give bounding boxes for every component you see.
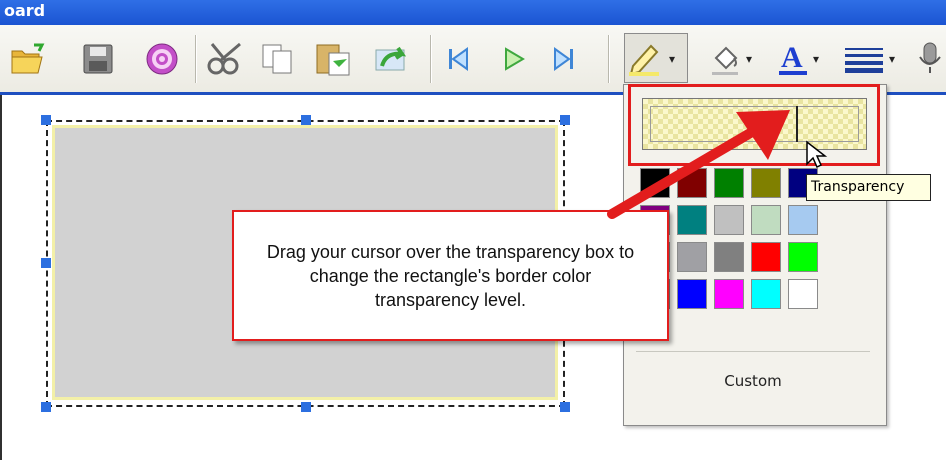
resize-handle-top-left[interactable]	[41, 115, 51, 125]
color-swatch[interactable]	[677, 205, 707, 235]
paste-icon[interactable]	[312, 25, 354, 92]
skip-forward-icon[interactable]	[546, 25, 582, 92]
record-icon[interactable]	[142, 25, 182, 92]
color-swatch[interactable]	[788, 205, 818, 235]
window-title: oard	[4, 1, 46, 20]
cut-scissors-icon[interactable]	[202, 25, 250, 92]
color-swatch[interactable]	[751, 242, 781, 272]
line-color-pencil-icon	[628, 44, 659, 76]
color-swatch[interactable]	[714, 168, 744, 198]
window-title-bar[interactable]: oard	[0, 0, 946, 25]
instruction-callout: Drag your cursor over the transparency b…	[232, 210, 669, 341]
line-style-button[interactable]: ▾	[834, 25, 904, 92]
color-swatch[interactable]	[714, 279, 744, 309]
line-color-button[interactable]: ▾	[620, 25, 692, 92]
transparency-tooltip: Transparency	[806, 174, 931, 201]
color-swatch[interactable]	[677, 279, 707, 309]
transparency-highlight-box	[628, 84, 880, 166]
font-color-icon: A	[778, 41, 807, 75]
color-swatch[interactable]	[788, 242, 818, 272]
open-folder-icon[interactable]	[8, 25, 48, 92]
chevron-down-icon[interactable]: ▾	[889, 52, 895, 66]
canvas-left-border	[0, 95, 2, 460]
chevron-down-icon[interactable]: ▾	[669, 52, 675, 66]
color-swatch[interactable]	[751, 279, 781, 309]
color-swatch[interactable]	[714, 242, 744, 272]
line-style-icon	[844, 47, 883, 73]
color-swatch[interactable]	[788, 279, 818, 309]
resize-handle-bottom-left[interactable]	[41, 402, 51, 412]
callout-text: Drag your cursor over the transparency b…	[266, 241, 635, 310]
custom-color-button[interactable]: Custom	[636, 351, 870, 410]
resize-handle-left[interactable]	[41, 258, 51, 268]
play-icon[interactable]	[496, 25, 532, 92]
toolbar-separator	[608, 35, 609, 83]
svg-text:A: A	[781, 41, 803, 74]
color-swatch[interactable]	[751, 205, 781, 235]
color-swatch[interactable]	[751, 168, 781, 198]
microphone-icon[interactable]	[912, 25, 946, 92]
resize-handle-bottom-right[interactable]	[560, 402, 570, 412]
color-swatch[interactable]	[714, 205, 744, 235]
color-swatch[interactable]	[677, 242, 707, 272]
undo-icon[interactable]	[370, 25, 410, 92]
resize-handle-bottom[interactable]	[301, 402, 311, 412]
mouse-cursor-icon	[806, 140, 828, 169]
save-disk-icon[interactable]	[78, 25, 118, 92]
fill-color-bucket-icon	[711, 46, 738, 75]
color-swatch[interactable]	[677, 168, 707, 198]
resize-handle-top-right[interactable]	[560, 115, 570, 125]
copy-icon[interactable]	[258, 25, 298, 92]
skip-back-icon[interactable]	[440, 25, 476, 92]
chevron-down-icon[interactable]: ▾	[746, 52, 752, 66]
font-color-button[interactable]: A ▾	[768, 25, 828, 92]
color-swatch[interactable]	[640, 168, 670, 198]
fill-color-button[interactable]: ▾	[698, 25, 762, 92]
toolbar-separator	[195, 35, 196, 83]
toolbar-separator	[430, 35, 431, 83]
resize-handle-top[interactable]	[301, 115, 311, 125]
chevron-down-icon[interactable]: ▾	[813, 52, 819, 66]
